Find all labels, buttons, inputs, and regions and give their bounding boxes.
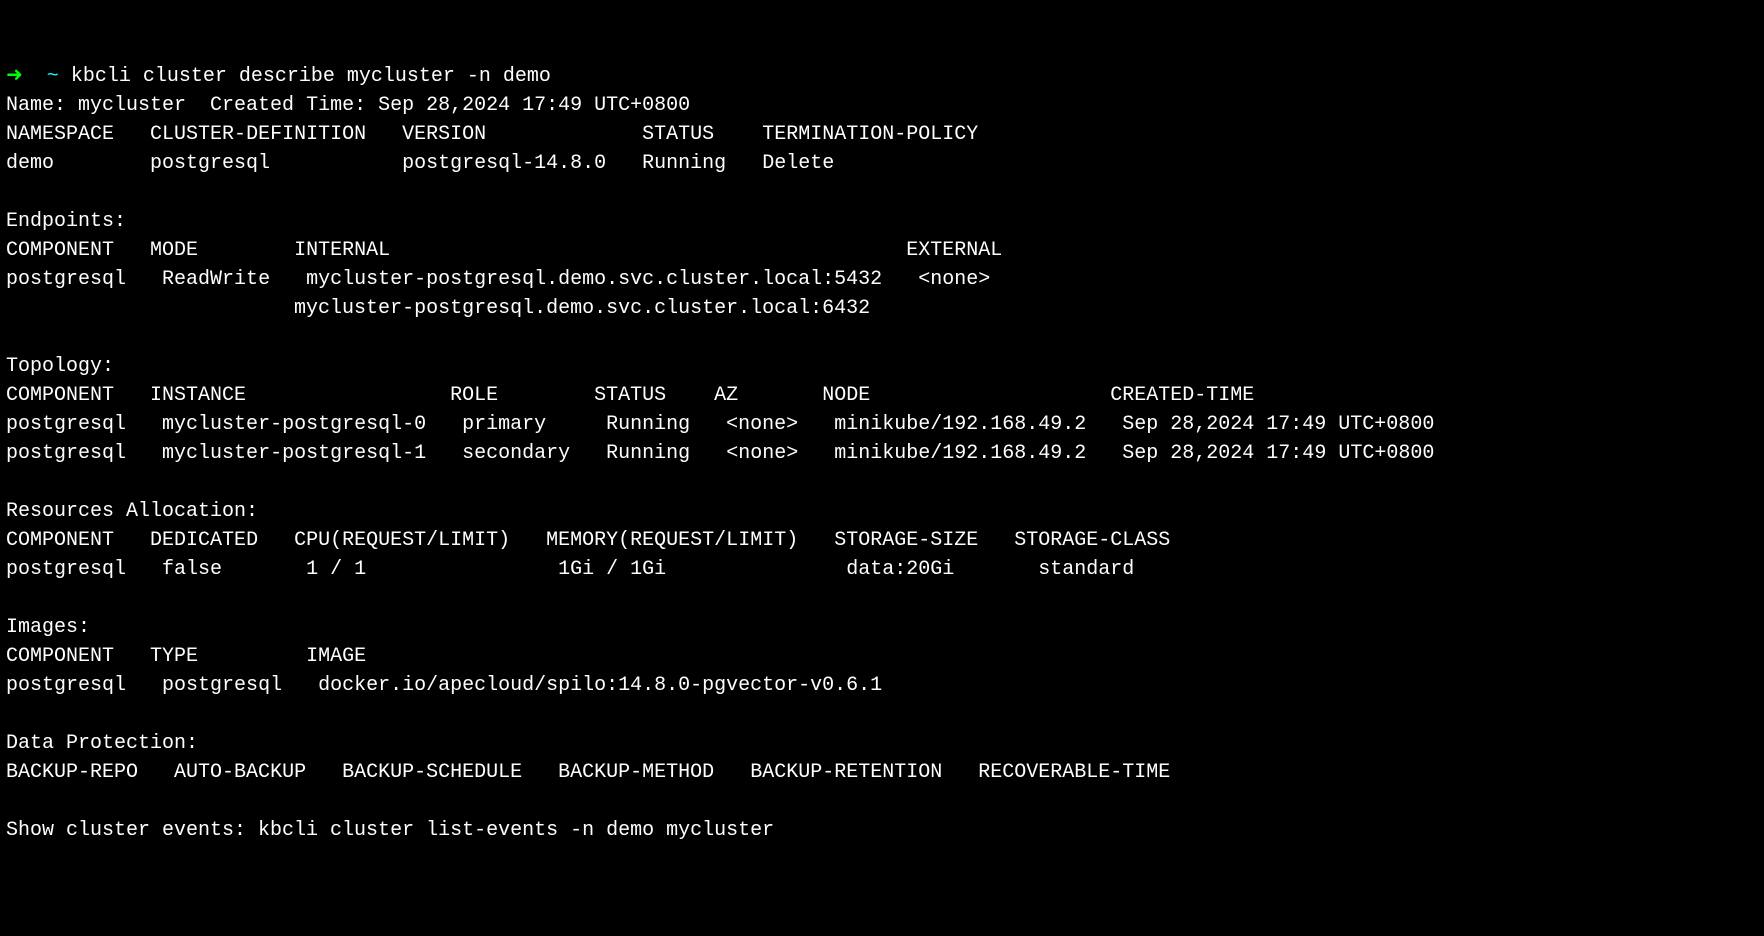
prompt-tilde: ~ xyxy=(47,65,59,88)
terminal-output: ➜ ~ kbcli cluster describe mycluster -n … xyxy=(6,62,1758,845)
topology-row0-az: <none> xyxy=(726,413,798,436)
created-time-value: Sep 28,2024 17:49 UTC+0800 xyxy=(378,94,690,117)
footer-text: Show cluster events: kbcli cluster list-… xyxy=(6,819,774,842)
resources-header-cpu: CPU(REQUEST/LIMIT) xyxy=(294,529,510,552)
topology-row0-status: Running xyxy=(606,413,690,436)
resources-storage-size: data:20Gi xyxy=(846,558,954,581)
endpoints-header-internal: INTERNAL xyxy=(294,239,390,262)
dp-header-auto-backup: AUTO-BACKUP xyxy=(174,761,306,784)
summary-version: postgresql-14.8.0 xyxy=(402,152,606,175)
summary-status: Running xyxy=(642,152,726,175)
created-time-label: Created Time: xyxy=(210,94,366,117)
endpoints-header-external: EXTERNAL xyxy=(906,239,1002,262)
topology-header-component: COMPONENT xyxy=(6,384,114,407)
topology-header-role: ROLE xyxy=(450,384,498,407)
topology-header-az: AZ xyxy=(714,384,738,407)
summary-namespace: demo xyxy=(6,152,54,175)
topology-row1-component: postgresql xyxy=(6,442,126,465)
summary-termination: Delete xyxy=(762,152,834,175)
topology-row0-instance: mycluster-postgresql-0 xyxy=(162,413,426,436)
summary-header-status: STATUS xyxy=(642,123,714,146)
topology-title: Topology: xyxy=(6,355,114,378)
dp-header-backup-method: BACKUP-METHOD xyxy=(558,761,714,784)
endpoints-internal1: mycluster-postgresql.demo.svc.cluster.lo… xyxy=(306,268,882,291)
resources-dedicated: false xyxy=(162,558,222,581)
topology-header-instance: INSTANCE xyxy=(150,384,246,407)
topology-row0-node: minikube/192.168.49.2 xyxy=(834,413,1086,436)
images-header-image: IMAGE xyxy=(306,645,366,668)
resources-memory: 1Gi / 1Gi xyxy=(558,558,666,581)
topology-row1-status: Running xyxy=(606,442,690,465)
topology-header-created: CREATED-TIME xyxy=(1110,384,1254,407)
images-component: postgresql xyxy=(6,674,126,697)
topology-header-node: NODE xyxy=(822,384,870,407)
summary-clusterdef: postgresql xyxy=(150,152,270,175)
summary-header-namespace: NAMESPACE xyxy=(6,123,114,146)
dp-header-recoverable-time: RECOVERABLE-TIME xyxy=(978,761,1170,784)
command-line: kbcli cluster describe mycluster -n demo xyxy=(71,65,551,88)
resources-cpu: 1 / 1 xyxy=(306,558,366,581)
topology-header-status: STATUS xyxy=(594,384,666,407)
images-image: docker.io/apecloud/spilo:14.8.0-pgvector… xyxy=(318,674,882,697)
topology-row1-node: minikube/192.168.49.2 xyxy=(834,442,1086,465)
resources-header-storage-size: STORAGE-SIZE xyxy=(834,529,978,552)
cluster-name-value: mycluster xyxy=(78,94,186,117)
resources-header-storage-class: STORAGE-CLASS xyxy=(1014,529,1170,552)
topology-row0-role: primary xyxy=(462,413,546,436)
images-header-type: TYPE xyxy=(150,645,198,668)
resources-header-dedicated: DEDICATED xyxy=(150,529,258,552)
topology-row1-created: Sep 28,2024 17:49 UTC+0800 xyxy=(1122,442,1434,465)
resources-header-memory: MEMORY(REQUEST/LIMIT) xyxy=(546,529,798,552)
images-header-component: COMPONENT xyxy=(6,645,114,668)
data-protection-title: Data Protection: xyxy=(6,732,198,755)
topology-row1-instance: mycluster-postgresql-1 xyxy=(162,442,426,465)
images-title: Images: xyxy=(6,616,90,639)
resources-title: Resources Allocation: xyxy=(6,500,258,523)
endpoints-header-component: COMPONENT xyxy=(6,239,114,262)
endpoints-title: Endpoints: xyxy=(6,210,126,233)
topology-row1-role: secondary xyxy=(462,442,570,465)
images-type: postgresql xyxy=(162,674,282,697)
endpoints-component: postgresql xyxy=(6,268,126,291)
resources-component: postgresql xyxy=(6,558,126,581)
endpoints-external: <none> xyxy=(918,268,990,291)
resources-header-component: COMPONENT xyxy=(6,529,114,552)
dp-header-backup-schedule: BACKUP-SCHEDULE xyxy=(342,761,522,784)
summary-header-clusterdef: CLUSTER-DEFINITION xyxy=(150,123,366,146)
topology-row0-created: Sep 28,2024 17:49 UTC+0800 xyxy=(1122,413,1434,436)
dp-header-backup-repo: BACKUP-REPO xyxy=(6,761,138,784)
topology-row1-az: <none> xyxy=(726,442,798,465)
endpoints-internal2: mycluster-postgresql.demo.svc.cluster.lo… xyxy=(294,297,870,320)
cluster-name-label: Name: xyxy=(6,94,66,117)
summary-header-termination: TERMINATION-POLICY xyxy=(762,123,978,146)
summary-header-version: VERSION xyxy=(402,123,486,146)
endpoints-header-mode: MODE xyxy=(150,239,198,262)
resources-storage-class: standard xyxy=(1038,558,1134,581)
prompt-arrow: ➜ xyxy=(6,65,23,88)
topology-row0-component: postgresql xyxy=(6,413,126,436)
endpoints-mode: ReadWrite xyxy=(162,268,270,291)
dp-header-backup-retention: BACKUP-RETENTION xyxy=(750,761,942,784)
